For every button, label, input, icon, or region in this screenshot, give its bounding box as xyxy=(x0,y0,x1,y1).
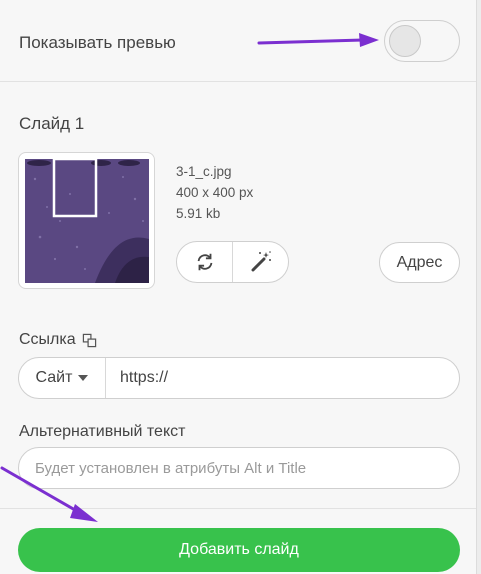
arrow-annotation-toggle xyxy=(257,33,379,47)
link-field: Сайт https:// xyxy=(18,357,460,399)
file-size: 5.91 kb xyxy=(176,206,221,221)
refresh-icon xyxy=(197,253,212,271)
link-type-value: Сайт xyxy=(35,369,73,386)
caret-down-icon xyxy=(78,375,89,381)
slide-title: Слайд 1 xyxy=(19,114,85,133)
link-url-input[interactable]: https:// xyxy=(106,358,459,398)
file-info: 3-1_c.jpg 400 x 400 px 5.91 kb xyxy=(176,161,253,224)
file-dimensions: 400 x 400 px xyxy=(176,185,254,200)
copy-icon[interactable] xyxy=(82,333,97,348)
toggle-knob xyxy=(389,25,421,57)
file-name: 3-1_c.jpg xyxy=(176,164,232,179)
link-label-row: Ссылка xyxy=(19,331,97,349)
image-actions xyxy=(176,241,289,283)
thumbnail-image xyxy=(25,159,149,283)
scroll-edge xyxy=(476,0,481,574)
preview-section: Показывать превью xyxy=(0,0,476,82)
edit-image-button[interactable] xyxy=(232,242,288,282)
preview-toggle[interactable] xyxy=(384,20,460,62)
replace-image-button[interactable] xyxy=(177,242,232,282)
magic-wand-icon xyxy=(251,251,271,272)
preview-label: Показывать превью xyxy=(19,33,176,52)
link-label: Ссылка xyxy=(19,331,76,348)
slide-thumbnail[interactable] xyxy=(18,152,155,289)
arrow-annotation-add-button xyxy=(0,466,98,522)
address-button[interactable]: Адрес xyxy=(379,242,460,283)
alt-text-label: Альтернативный текст xyxy=(19,423,186,440)
link-type-select[interactable]: Сайт xyxy=(19,358,106,398)
add-slide-button[interactable]: Добавить слайд xyxy=(18,528,460,572)
